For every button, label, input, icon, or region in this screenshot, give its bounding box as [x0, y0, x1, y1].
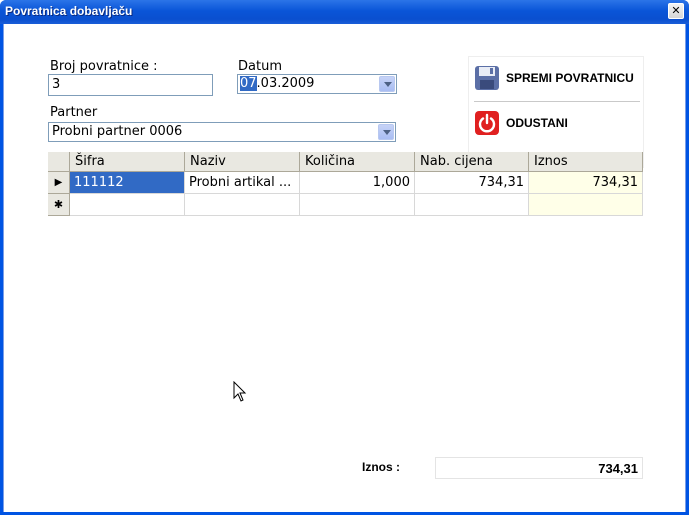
column-header-nab-cijena[interactable]: Nab. cijena	[415, 152, 529, 172]
datum-value: 07.03.2009	[240, 76, 314, 91]
broj-povratnice-value: 3	[52, 77, 61, 92]
odustani-button[interactable]: ODUSTANI	[474, 106, 640, 140]
cell-kolicina[interactable]: 1,000	[300, 172, 415, 194]
current-row-icon: ▶	[54, 177, 63, 188]
iznos-total-label: Iznos :	[362, 460, 400, 474]
odustani-label: ODUSTANI	[506, 116, 568, 130]
column-header-sifra[interactable]: Šifra	[70, 152, 185, 172]
mouse-cursor-icon	[233, 381, 247, 402]
new-row-icon: ✱	[53, 198, 64, 211]
grid-empty-area	[48, 216, 643, 448]
row-selector-current[interactable]: ▶	[48, 172, 70, 194]
items-grid[interactable]: Šifra Naziv Količina Nab. cijena Iznos ▶…	[48, 152, 643, 448]
new-cell-nab-cijena[interactable]	[415, 194, 529, 216]
column-header-iznos[interactable]: Iznos	[529, 152, 643, 172]
title-bar[interactable]: Povratnica dobavljaču ✕	[0, 0, 689, 24]
window: Povratnica dobavljaču ✕ Broj povratnice …	[0, 0, 689, 515]
partner-select[interactable]: Probni partner 0006	[48, 122, 396, 142]
broj-povratnice-label: Broj povratnice :	[50, 59, 158, 74]
datum-rest: .03.2009	[256, 76, 315, 91]
row-selector-new[interactable]: ✱	[48, 194, 70, 216]
power-icon	[475, 111, 499, 135]
new-cell-naziv[interactable]	[185, 194, 300, 216]
cell-iznos[interactable]: 734,31	[529, 172, 643, 194]
partner-value: Probni partner 0006	[52, 124, 183, 139]
partner-dropdown-icon[interactable]	[378, 124, 394, 140]
cell-sifra[interactable]: 111112	[70, 172, 185, 194]
column-header-kolicina[interactable]: Količina	[300, 152, 415, 172]
datum-dropdown-icon[interactable]	[379, 76, 395, 92]
datum-picker[interactable]: 07.03.2009	[237, 74, 397, 94]
action-divider	[474, 101, 640, 102]
grid-corner-header	[48, 152, 70, 172]
floppy-disk-icon	[475, 66, 499, 90]
datum-label: Datum	[238, 59, 282, 74]
close-button[interactable]: ✕	[668, 3, 684, 19]
cell-naziv[interactable]: Probni artikal ...	[185, 172, 300, 194]
window-title: Povratnica dobavljaču	[5, 4, 133, 18]
spremi-povratnicu-button[interactable]: SPREMI POVRATNICU	[474, 61, 640, 95]
new-cell-kolicina[interactable]	[300, 194, 415, 216]
form-client-area: Broj povratnice : 3 Datum 07.03.2009 Par…	[3, 24, 686, 512]
new-cell-iznos[interactable]	[529, 194, 643, 216]
partner-label: Partner	[50, 105, 98, 120]
column-header-naziv[interactable]: Naziv	[185, 152, 300, 172]
close-icon: ✕	[671, 4, 681, 17]
spremi-povratnicu-label: SPREMI POVRATNICU	[506, 71, 634, 85]
datum-day-selected: 07	[240, 76, 257, 91]
new-cell-sifra[interactable]	[70, 194, 185, 216]
broj-povratnice-input[interactable]: 3	[48, 74, 213, 96]
cell-nab-cijena[interactable]: 734,31	[415, 172, 529, 194]
iznos-total-value: 734,31	[435, 457, 643, 479]
